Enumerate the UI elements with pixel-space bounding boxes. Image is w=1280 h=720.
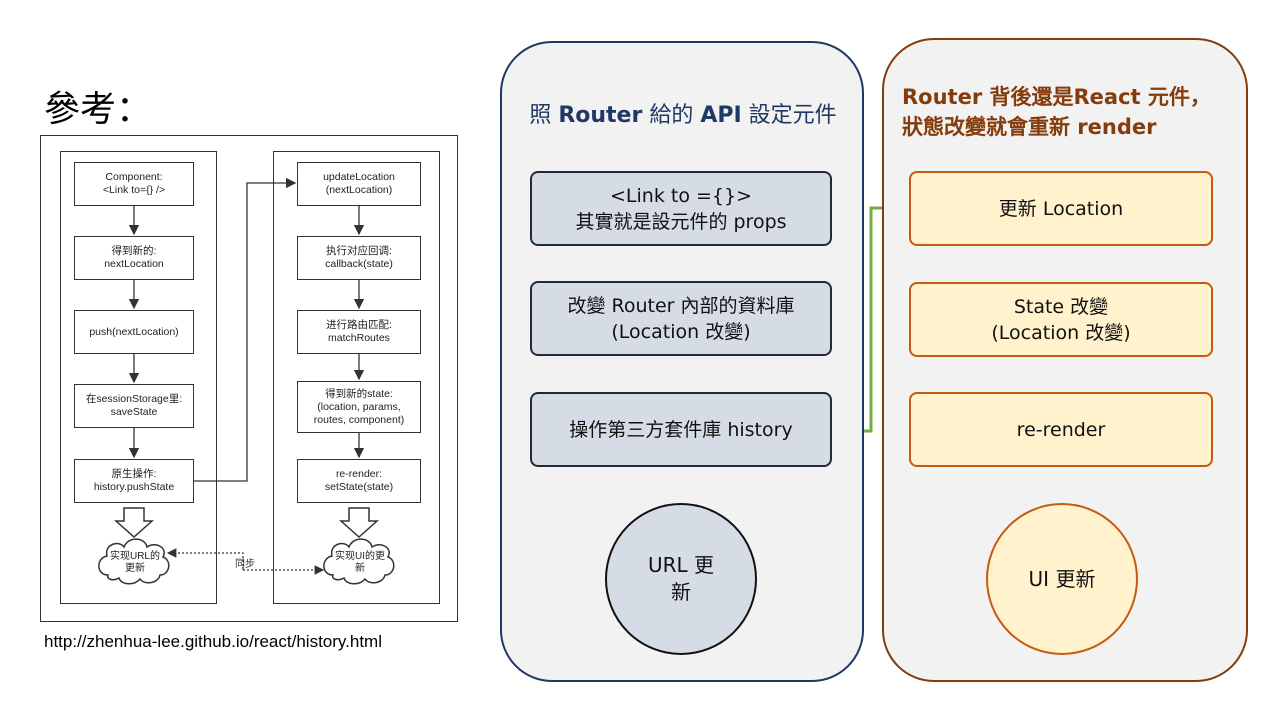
- ref-sync-connector: [166, 548, 244, 570]
- left-flow-box-router-store: 改變 Router 內部的資料庫 (Location 改變): [530, 281, 832, 356]
- left-panel-title: 照 Router 給的 API 設定元件: [529, 103, 837, 128]
- ref-hollow-arrow: [114, 507, 154, 539]
- left-flow-box-history: 操作第三方套件庫 history: [530, 392, 832, 467]
- ref-elbow-connector: [194, 177, 297, 482]
- ref-cloud-right-label: 实现UI的更 新: [335, 551, 385, 574]
- ui-update-circle: UI 更新: [986, 503, 1138, 655]
- ref-cloud-left-label: 实现URL的 更新: [109, 551, 160, 574]
- slide: 參考： Component: <Link to={} /> 得到新的: next…: [0, 0, 1280, 720]
- right-panel-title-line2: 狀態改變就會重新 render: [902, 115, 1157, 139]
- ref-hollow-arrow: [339, 507, 379, 539]
- reference-url: http://zhenhua-lee.github.io/react/histo…: [44, 632, 382, 651]
- right-flow-box-state-change: State 改變 (Location 改變): [909, 282, 1213, 357]
- right-flow-box-update-location: 更新 Location: [909, 171, 1213, 246]
- right-panel-title: Router 背後還是React 元件， 狀態改變就會重新 render: [902, 82, 1232, 142]
- url-update-circle: URL 更 新: [605, 503, 757, 655]
- right-flow-box-rerender: re-render: [909, 392, 1213, 467]
- ref-sync-label: 同步: [235, 559, 255, 570]
- left-flow-box-link: <Link to ={}> 其實就是設元件的 props: [530, 171, 832, 246]
- right-panel-title-line1: Router 背後還是React 元件，: [902, 85, 1211, 109]
